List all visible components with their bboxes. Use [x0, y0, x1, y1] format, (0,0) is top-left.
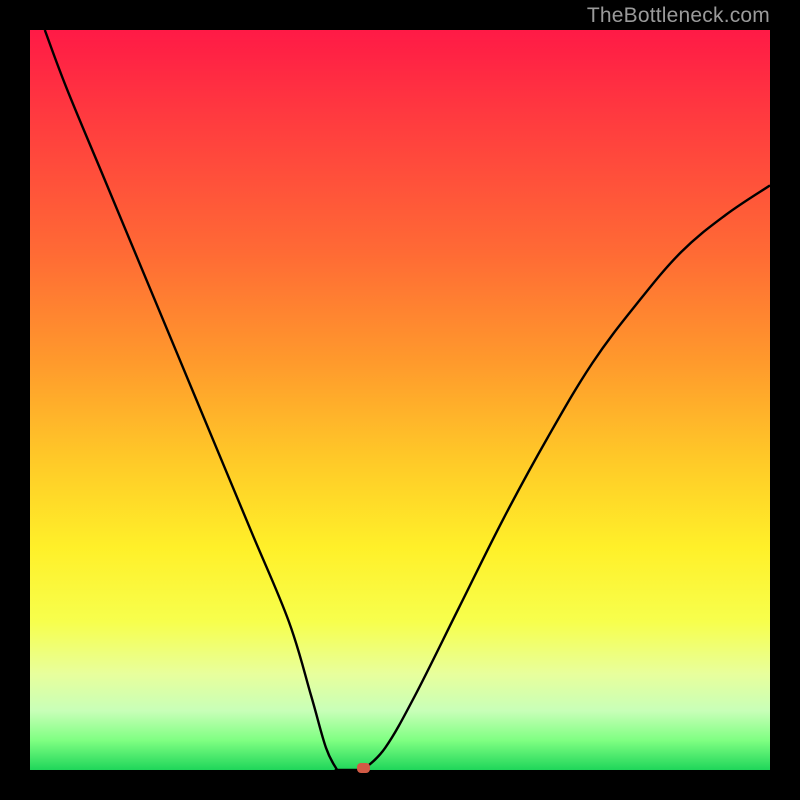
watermark-text: TheBottleneck.com: [587, 4, 770, 28]
optimal-point-marker: [357, 763, 370, 773]
plot-gradient-background: [30, 30, 770, 770]
chart-frame: TheBottleneck.com: [0, 0, 800, 800]
